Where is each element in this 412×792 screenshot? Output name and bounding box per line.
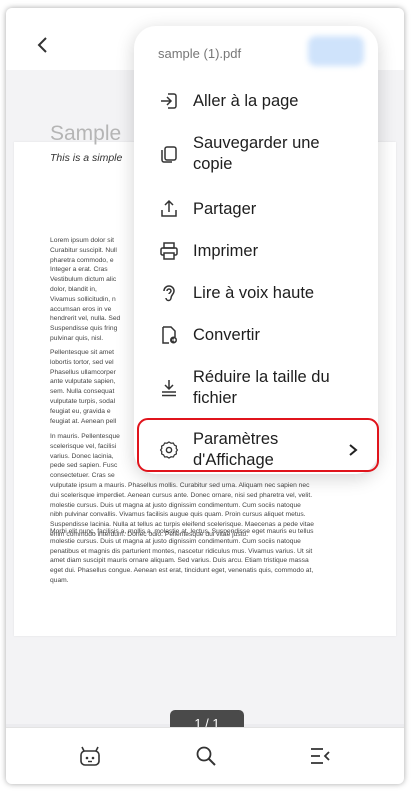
paragraph-line: vulputate ipsum a mauris. Phasellus moll… <box>50 481 310 489</box>
menu-item-share[interactable]: Partager <box>134 194 378 224</box>
ai-assistant-icon <box>80 746 100 766</box>
paragraph-line: penatibus et magnis dis parturient monte… <box>50 547 313 555</box>
menu-item-label: Lire à voix haute <box>193 283 315 302</box>
chevron-left-icon <box>37 37 47 53</box>
printer-icon <box>160 242 178 260</box>
search-button[interactable] <box>194 744 218 768</box>
menu-file-name: sample (1).pdf <box>158 46 242 61</box>
paragraph-line: Morbi elit nunc, facilisis a, mollis a, … <box>50 528 314 535</box>
paragraph-line: eget dui. Phasellus congue. Aenean est e… <box>50 567 314 575</box>
menu-item-label: Convertir <box>193 325 260 344</box>
document-title: Sample <box>50 122 122 145</box>
menu-item-reduce-size[interactable]: Réduire la taille du fichier <box>134 362 378 414</box>
paragraph-line: amet diam suscipit mauris ornare aliquam… <box>50 557 309 565</box>
paragraph-line: nibh pulvinar convallis. Vivamus facilis… <box>50 511 306 519</box>
paragraph-line: molestie cursus. Duis ut magna at justo … <box>50 501 301 509</box>
menu-item-label: Aller à la page <box>193 91 299 110</box>
context-menu: sample (1).pdf Aller à la page Sauvegard… <box>134 26 378 474</box>
document-paragraph: Morbi elit nunc, facilisis a, mollis a, … <box>50 527 356 586</box>
ai-assistant-button[interactable] <box>78 744 102 768</box>
outline-button[interactable] <box>308 744 332 768</box>
paragraph-line: dui scelerisque imperdiet. Aenean cursus… <box>50 491 313 499</box>
menu-item-label: Imprimer <box>193 241 259 260</box>
menu-item-label: Partager <box>193 199 257 218</box>
search-icon <box>196 746 216 766</box>
blurred-button <box>308 36 364 66</box>
goto-page-icon <box>161 93 177 109</box>
menu-item-label: Sauvegarder une copie <box>193 134 320 173</box>
bottom-toolbar <box>6 727 404 784</box>
compress-icon <box>162 380 176 397</box>
ear-icon <box>163 285 175 302</box>
paragraph-line: quam. <box>50 576 69 584</box>
back-button[interactable] <box>36 36 50 54</box>
menu-item-save-copy[interactable]: Sauvegarder une copie <box>134 128 378 180</box>
menu-item-convert[interactable]: Convertir <box>134 320 378 350</box>
highlight-box <box>137 418 379 472</box>
convert-icon <box>162 326 177 344</box>
share-icon <box>161 199 177 217</box>
menu-item-read-aloud[interactable]: Lire à voix haute <box>134 278 378 308</box>
document-subtitle: This is a simple <box>50 152 123 164</box>
outline-menu-icon <box>311 748 330 764</box>
menu-item-label: Réduire la taille du fichier <box>193 368 330 407</box>
menu-item-goto-page[interactable]: Aller à la page <box>134 86 378 116</box>
paragraph-line: molestie cursus. Duis ut magna at justo … <box>50 537 301 545</box>
menu-item-print[interactable]: Imprimer <box>134 236 378 266</box>
copy-icon <box>161 146 177 163</box>
screen: Sample This is a simple Lorem ipsum dolo… <box>6 8 404 784</box>
